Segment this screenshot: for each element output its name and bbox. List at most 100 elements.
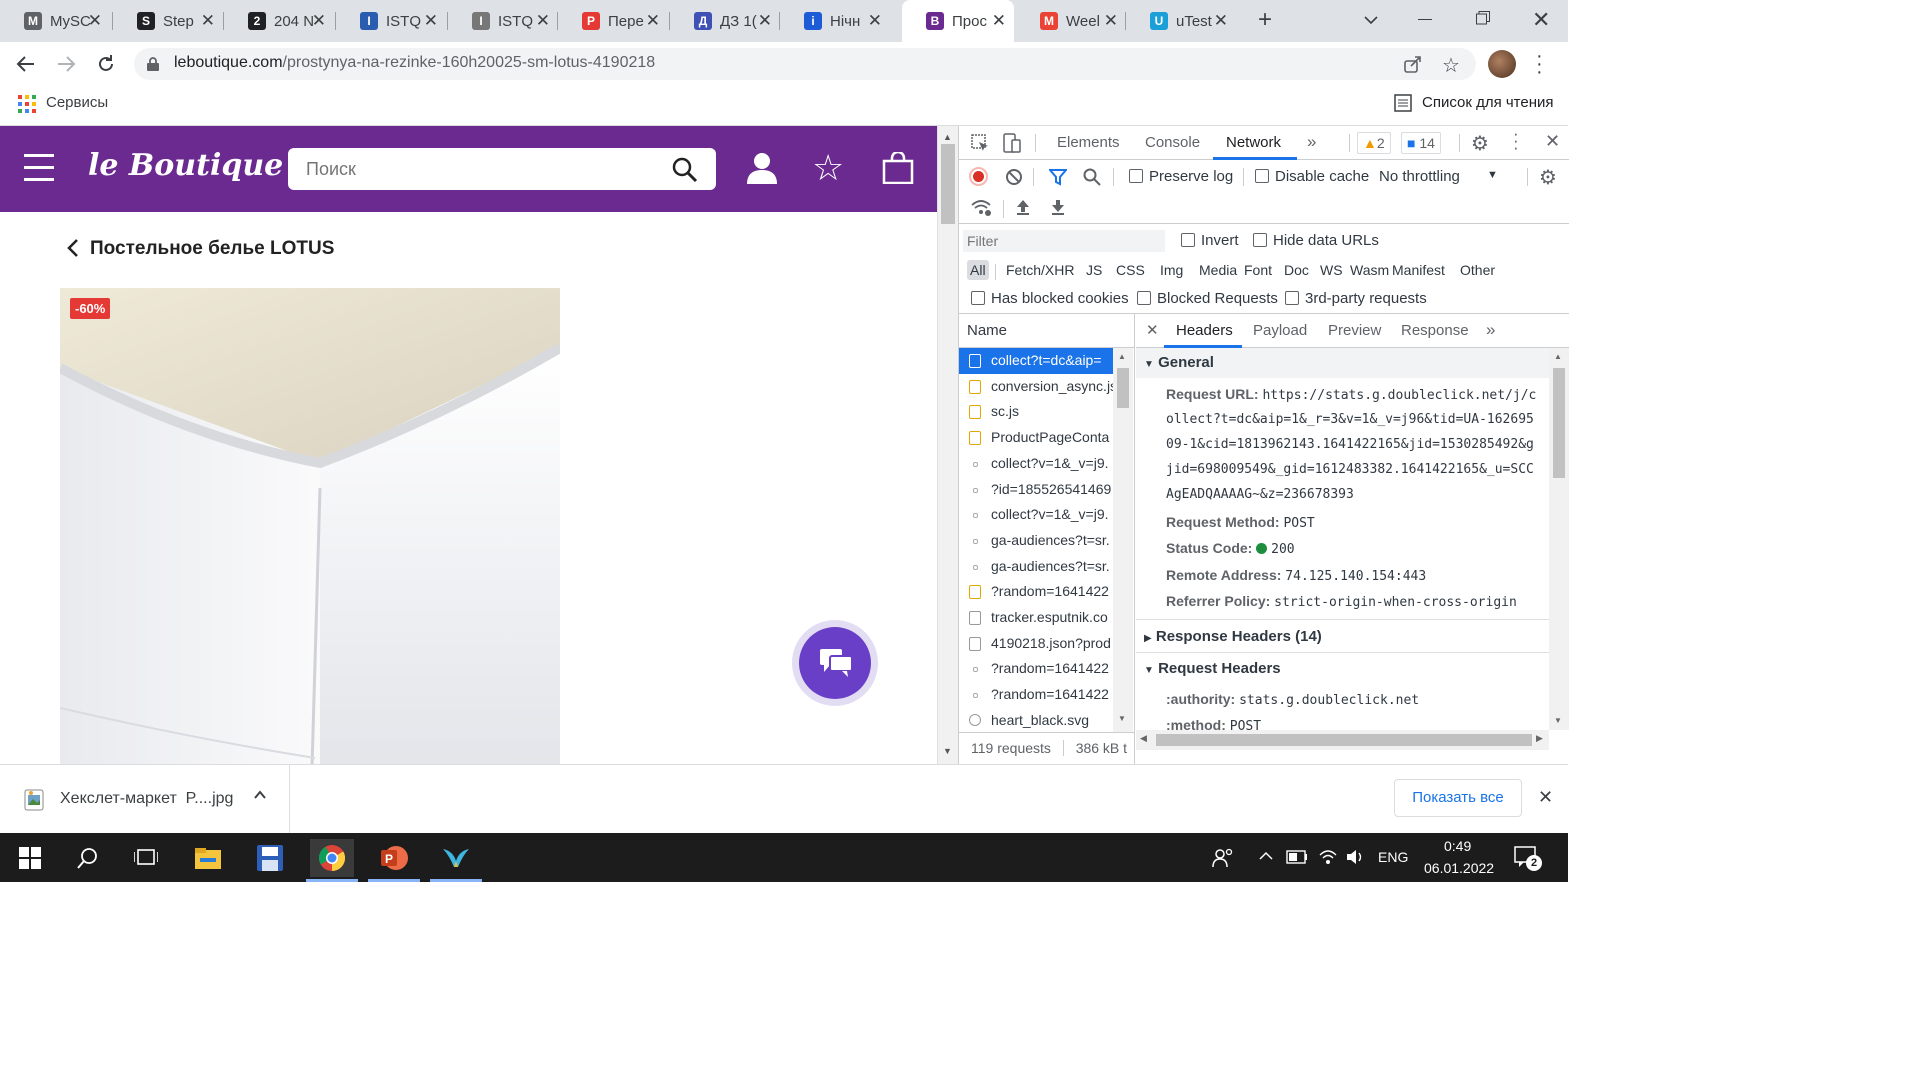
search-network-icon[interactable] (1083, 168, 1101, 191)
filter-type-doc[interactable]: Doc (1281, 260, 1312, 280)
notification-center-icon[interactable]: 2 (1514, 845, 1542, 874)
forward-button[interactable] (54, 52, 78, 81)
checkbox[interactable] (1137, 291, 1151, 305)
search-taskbar-icon[interactable] (66, 839, 110, 877)
filter-icon[interactable] (1047, 168, 1069, 191)
blocked-requests-checkbox[interactable]: Blocked Requests (1137, 290, 1278, 307)
apps-icon[interactable] (18, 95, 36, 118)
clear-icon[interactable] (1005, 168, 1023, 191)
file-explorer-icon[interactable] (186, 839, 230, 877)
search-icon[interactable] (672, 157, 698, 188)
request-row[interactable]: collect?t=dc&aip= (959, 348, 1133, 374)
import-har-icon[interactable] (1015, 198, 1031, 221)
bookmark-services[interactable]: Сервисы (46, 94, 108, 111)
chrome-icon[interactable] (310, 839, 354, 877)
record-button[interactable] (969, 167, 988, 186)
close-devtools-icon[interactable]: ✕ (1545, 131, 1560, 152)
people-icon[interactable] (1212, 847, 1234, 874)
request-row[interactable]: collect?v=1&_v=j9. (959, 451, 1133, 477)
disable-cache-checkbox[interactable]: Disable cache (1255, 168, 1369, 185)
tab-search-icon[interactable] (1362, 12, 1380, 28)
cart-bag-icon[interactable] (882, 150, 914, 189)
user-icon[interactable] (746, 152, 778, 189)
request-row[interactable]: conversion_async.js (959, 374, 1133, 400)
request-row[interactable]: ga-audiences?t=sr. (959, 554, 1133, 580)
hide-data-urls-checkbox[interactable]: Hide data URLs (1253, 232, 1379, 249)
request-row[interactable]: ?id=185526541469 (959, 477, 1133, 503)
checkbox[interactable] (1285, 291, 1299, 305)
request-headers-section[interactable]: ▼ Request Headers (1144, 660, 1281, 677)
filter-type-js[interactable]: JS (1083, 260, 1105, 280)
omnibox[interactable]: leboutique.com/prostynya-na-rezinke-160h… (134, 48, 1476, 80)
save-app-icon[interactable] (248, 839, 292, 877)
browser-tab[interactable]: B Прос ✕ (902, 0, 1014, 42)
page-scrollbar-thumb[interactable] (941, 144, 955, 224)
close-download-shelf-icon[interactable]: ✕ (1538, 787, 1553, 808)
filter-type-media[interactable]: Media (1196, 260, 1240, 280)
request-row[interactable]: ga-audiences?t=sr. (959, 528, 1133, 554)
tab-close-icon[interactable]: ✕ (758, 11, 772, 31)
devtools-menu-icon[interactable]: · · · (1513, 125, 1519, 156)
has-blocked-cookies-checkbox[interactable]: Has blocked cookies (971, 290, 1129, 307)
request-row[interactable]: collect?v=1&_v=j9. (959, 502, 1133, 528)
site-search[interactable] (288, 148, 716, 190)
throttling-select[interactable]: No throttling ▼ (1379, 168, 1499, 185)
checkbox[interactable] (1255, 169, 1269, 183)
tab-network[interactable]: Network (1226, 134, 1281, 151)
reading-list-icon[interactable] (1394, 94, 1412, 117)
request-row[interactable]: sc.js (959, 399, 1133, 425)
breadcrumb-back[interactable] (66, 238, 80, 263)
warnings-badge[interactable]: ▲2 (1357, 132, 1391, 154)
tab-close-icon[interactable]: ✕ (1104, 11, 1118, 31)
browser-tab[interactable]: M MySC ✕ (0, 0, 110, 42)
download-item[interactable]: Хекслет-маркет P....jpg (0, 765, 290, 834)
checkbox[interactable] (1129, 169, 1143, 183)
browser-menu-icon[interactable]: · · · (1536, 46, 1543, 82)
close-window-button[interactable]: ✕ (1532, 7, 1550, 33)
filter-type-wasm[interactable]: Wasm (1347, 260, 1392, 280)
page-scrollbar[interactable]: ▲ ▼ (937, 126, 958, 764)
devtools-settings-gear-icon[interactable]: ⚙ (1471, 131, 1489, 156)
general-section-header[interactable]: ▼ General (1136, 348, 1549, 378)
share-icon[interactable] (1404, 55, 1422, 78)
checkbox[interactable] (971, 291, 985, 305)
request-row[interactable]: tracker.esputnik.co (959, 605, 1133, 631)
reading-list[interactable]: Список для чтения (1422, 94, 1554, 111)
tab-headers[interactable]: Headers (1176, 322, 1233, 339)
bird-app-icon[interactable] (434, 839, 478, 877)
show-all-button[interactable]: Показать все (1394, 779, 1522, 817)
volume-icon[interactable] (1346, 848, 1366, 871)
tab-preview[interactable]: Preview (1328, 322, 1381, 339)
tab-elements[interactable]: Elements (1057, 134, 1120, 151)
close-detail-icon[interactable]: ✕ (1146, 321, 1159, 339)
profile-avatar[interactable] (1488, 50, 1516, 78)
tab-close-icon[interactable]: ✕ (312, 11, 326, 31)
clock-date[interactable]: 06.01.2022 (1424, 860, 1494, 876)
bookmark-star-icon[interactable]: ☆ (1442, 53, 1460, 78)
messages-badge[interactable]: ■ 14 (1401, 132, 1441, 154)
favorites-star-icon[interactable]: ☆ (812, 148, 844, 188)
filter-type-all[interactable]: All (967, 260, 989, 280)
tab-close-icon[interactable]: ✕ (424, 11, 438, 31)
browser-tab[interactable]: I ISTQ ✕ (448, 0, 558, 42)
tab-close-icon[interactable]: ✕ (201, 11, 215, 31)
powerpoint-icon[interactable]: P (372, 839, 416, 877)
url-text[interactable]: leboutique.com/prostynya-na-rezinke-160h… (174, 54, 655, 72)
site-logo[interactable]: le Boutique (88, 148, 283, 183)
more-tabs-icon[interactable]: » (1307, 132, 1316, 152)
chevron-up-icon[interactable] (252, 787, 268, 808)
tab-console[interactable]: Console (1145, 134, 1200, 151)
checkbox[interactable] (1181, 233, 1195, 247)
filter-type-fetchxhr[interactable]: Fetch/XHR (1003, 260, 1077, 280)
request-row[interactable]: ?random=1641422 (959, 682, 1133, 708)
browser-tab[interactable]: I ISTQ ✕ (336, 0, 446, 42)
wifi-icon[interactable] (1318, 847, 1338, 872)
chat-widget-button[interactable] (792, 620, 878, 706)
request-row[interactable]: ?random=1641422 (959, 656, 1133, 682)
breadcrumb[interactable]: Постельное белье LOTUS (90, 238, 334, 260)
filter-type-font[interactable]: Font (1241, 260, 1275, 280)
name-column-header[interactable]: Name (959, 314, 1135, 348)
lock-icon[interactable] (146, 56, 160, 77)
tab-close-icon[interactable]: ✕ (1214, 11, 1228, 31)
preserve-log-checkbox[interactable]: Preserve log (1129, 168, 1233, 185)
